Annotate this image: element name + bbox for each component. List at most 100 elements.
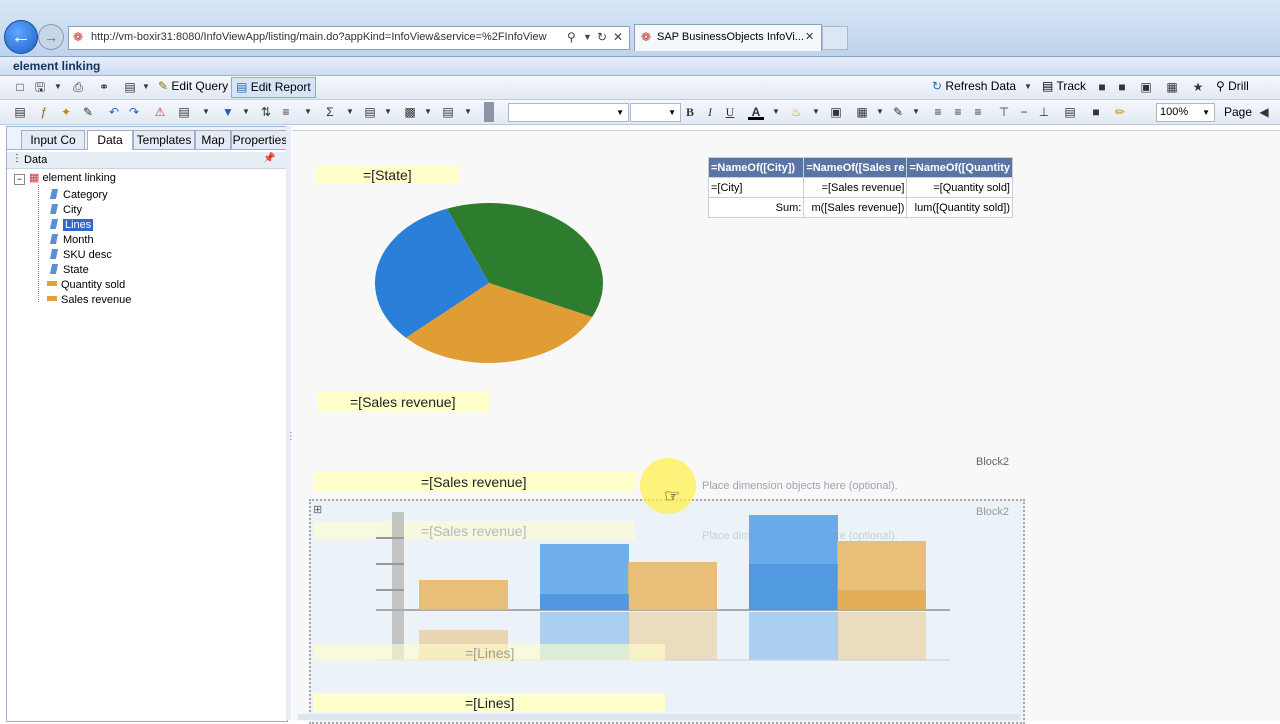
tree-item-category[interactable]: Category <box>49 188 108 203</box>
edit-query-button[interactable]: ✎ Edit Query <box>154 77 232 96</box>
save-icon[interactable]: 🖫 <box>32 79 48 95</box>
chart-bar[interactable] <box>749 612 838 660</box>
edit-report-button[interactable]: ▤ Edit Report <box>231 77 316 98</box>
clear-format-icon[interactable]: ✏ <box>1112 104 1128 120</box>
new-tab-button[interactable] <box>822 26 848 50</box>
undo-icon[interactable]: ↶ <box>106 104 122 120</box>
border-style-icon[interactable]: ▣ <box>828 104 844 120</box>
insert-icon[interactable]: ▤ <box>12 104 28 120</box>
dropdown-arrow-icon[interactable]: ▼ <box>238 104 254 120</box>
fill-color-icon[interactable]: ♨ <box>788 104 804 120</box>
border-color-icon[interactable]: ✎ <box>890 104 906 120</box>
tree-item-state[interactable]: State <box>49 263 89 278</box>
dropdown-arrow-icon[interactable]: ▼ <box>300 104 316 120</box>
dropdown-arrow-icon[interactable]: ▼ <box>1020 79 1036 95</box>
chart-icon[interactable]: ▤ <box>176 104 192 120</box>
new-document-icon[interactable]: □ <box>12 79 28 95</box>
chart-bar[interactable] <box>419 580 508 610</box>
tree-item-month[interactable]: Month <box>49 233 94 248</box>
browser-tab[interactable]: ❁ SAP BusinessObjects InfoVi... ✕ <box>634 24 822 51</box>
tree-item-sku-desc[interactable]: SKU desc <box>49 248 112 263</box>
zoom-select[interactable]: 100% ▼ <box>1156 103 1215 122</box>
align-left-icon[interactable]: ≡ <box>930 104 946 120</box>
tree-item-quantity-sold[interactable]: Quantity sold <box>47 278 125 293</box>
ranking-icon[interactable]: ≡ <box>278 104 294 120</box>
tab-map[interactable]: Map <box>195 130 231 149</box>
sort-icon[interactable]: ⇅ <box>258 104 274 120</box>
freeze-icon[interactable]: ▣ <box>1138 79 1154 95</box>
chart-y-axis[interactable] <box>392 512 404 660</box>
view-icon[interactable]: ▤ <box>122 79 138 95</box>
dropdown-arrow-icon[interactable]: ▼ <box>908 104 924 120</box>
refresh-data-button[interactable]: ↻ Refresh Data <box>928 77 1020 96</box>
chart-bar[interactable] <box>837 612 926 660</box>
forward-arrow-icon[interactable]: → <box>38 24 64 50</box>
table-cell[interactable]: =[Sales revenue] <box>803 177 908 198</box>
dropdown-arrow-icon[interactable]: ▼ <box>583 32 592 42</box>
dropdown-arrow-icon[interactable]: ▼ <box>872 104 888 120</box>
dropdown-arrow-icon[interactable]: ▼ <box>342 104 358 120</box>
track-button[interactable]: ▤ Track <box>1038 77 1090 96</box>
pie-title-cell[interactable]: =[State] <box>316 165 460 184</box>
table-header-cell[interactable]: =NameOf([Sales re <box>803 157 908 178</box>
dropdown-arrow-icon[interactable]: ▼ <box>50 79 66 95</box>
wrap-text-icon[interactable]: ▤ <box>1062 104 1078 120</box>
first-page-icon[interactable]: ◀ <box>1256 104 1272 120</box>
tree-item-city[interactable]: City <box>49 203 82 218</box>
tab-properties[interactable]: Properties <box>231 130 289 149</box>
chart-bar[interactable] <box>540 594 629 610</box>
section-icon[interactable]: ▩ <box>402 104 418 120</box>
tree-root[interactable]: ▦ element linking <box>29 171 116 186</box>
panel-splitter[interactable]: ⋮ <box>286 126 296 720</box>
align-right-icon[interactable]: ≡ <box>970 104 986 120</box>
table-cell[interactable]: m([Sales revenue]) <box>803 197 908 218</box>
chart-bar[interactable] <box>837 590 926 610</box>
dropdown-arrow-icon[interactable]: ▼ <box>420 104 436 120</box>
track-options-icon[interactable]: ■ <box>1094 79 1110 95</box>
horizontal-scrollbar[interactable] <box>298 714 1020 720</box>
close-icon[interactable]: ✕ <box>805 30 814 43</box>
break-icon[interactable]: ▤ <box>362 104 378 120</box>
formula-icon[interactable]: ƒ <box>36 104 52 120</box>
chart-bar[interactable] <box>749 564 838 610</box>
chart-bar[interactable] <box>628 562 717 610</box>
pin-icon[interactable]: 📌 <box>263 153 275 164</box>
pie-footer-cell[interactable]: =[Sales revenue] <box>317 392 489 411</box>
back-arrow-icon[interactable]: ← <box>4 20 38 54</box>
bar-chart-title-cell[interactable]: =[Sales revenue] <box>313 472 635 491</box>
tab-data[interactable]: Data <box>87 130 133 150</box>
redo-icon[interactable]: ↷ <box>126 104 142 120</box>
align-center-icon[interactable]: ≡ <box>950 104 966 120</box>
dropdown-arrow-icon[interactable]: ▼ <box>808 104 824 120</box>
outline-icon[interactable]: ▦ <box>1164 79 1180 95</box>
address-bar[interactable]: ❁ http://vm-boxir31:8080/InfoViewApp/lis… <box>68 26 630 50</box>
refresh-icon[interactable]: ↻ <box>597 30 607 44</box>
drill-button[interactable]: ⚲ Drill <box>1212 77 1253 96</box>
dropdown-arrow-icon[interactable]: ▼ <box>138 79 154 95</box>
block-style-icon[interactable]: ■ <box>1088 104 1104 120</box>
align-icon[interactable]: ▤ <box>440 104 456 120</box>
pie-chart[interactable] <box>374 200 606 368</box>
collapse-icon[interactable]: − <box>14 174 25 185</box>
italic-button[interactable]: I <box>702 104 718 120</box>
text-color-button[interactable]: A <box>748 104 764 120</box>
tab-input-controls[interactable]: Input Co <box>21 130 85 149</box>
dropdown-arrow-icon[interactable]: ▼ <box>380 104 396 120</box>
table-header-cell[interactable]: =NameOf([Quantity <box>906 157 1013 178</box>
font-size-select[interactable]: ▼ <box>630 103 681 122</box>
font-name-select[interactable]: ▼ <box>508 103 629 122</box>
dropdown-arrow-icon[interactable]: ▼ <box>198 104 214 120</box>
report-table[interactable]: =NameOf([City]) =NameOf([Sales re =NameO… <box>707 157 1013 218</box>
toolbar-grip[interactable] <box>484 102 494 122</box>
align-middle-icon[interactable]: − <box>1016 104 1032 120</box>
dropdown-arrow-icon[interactable]: ▼ <box>768 104 784 120</box>
table-cell[interactable]: Sum: <box>707 197 805 218</box>
bar-axis-cell[interactable]: =[Lines] <box>313 693 665 712</box>
tree-item-lines[interactable]: Lines <box>49 218 94 233</box>
variable-icon[interactable]: ✦ <box>58 104 74 120</box>
alert-icon[interactable]: ⚠ <box>152 104 168 120</box>
search-icon[interactable]: ⚲ <box>567 30 576 44</box>
align-top-icon[interactable]: ⊤ <box>996 104 1012 120</box>
table-cell[interactable]: =[City] <box>707 177 805 198</box>
track-changes-icon[interactable]: ■ <box>1114 79 1130 95</box>
